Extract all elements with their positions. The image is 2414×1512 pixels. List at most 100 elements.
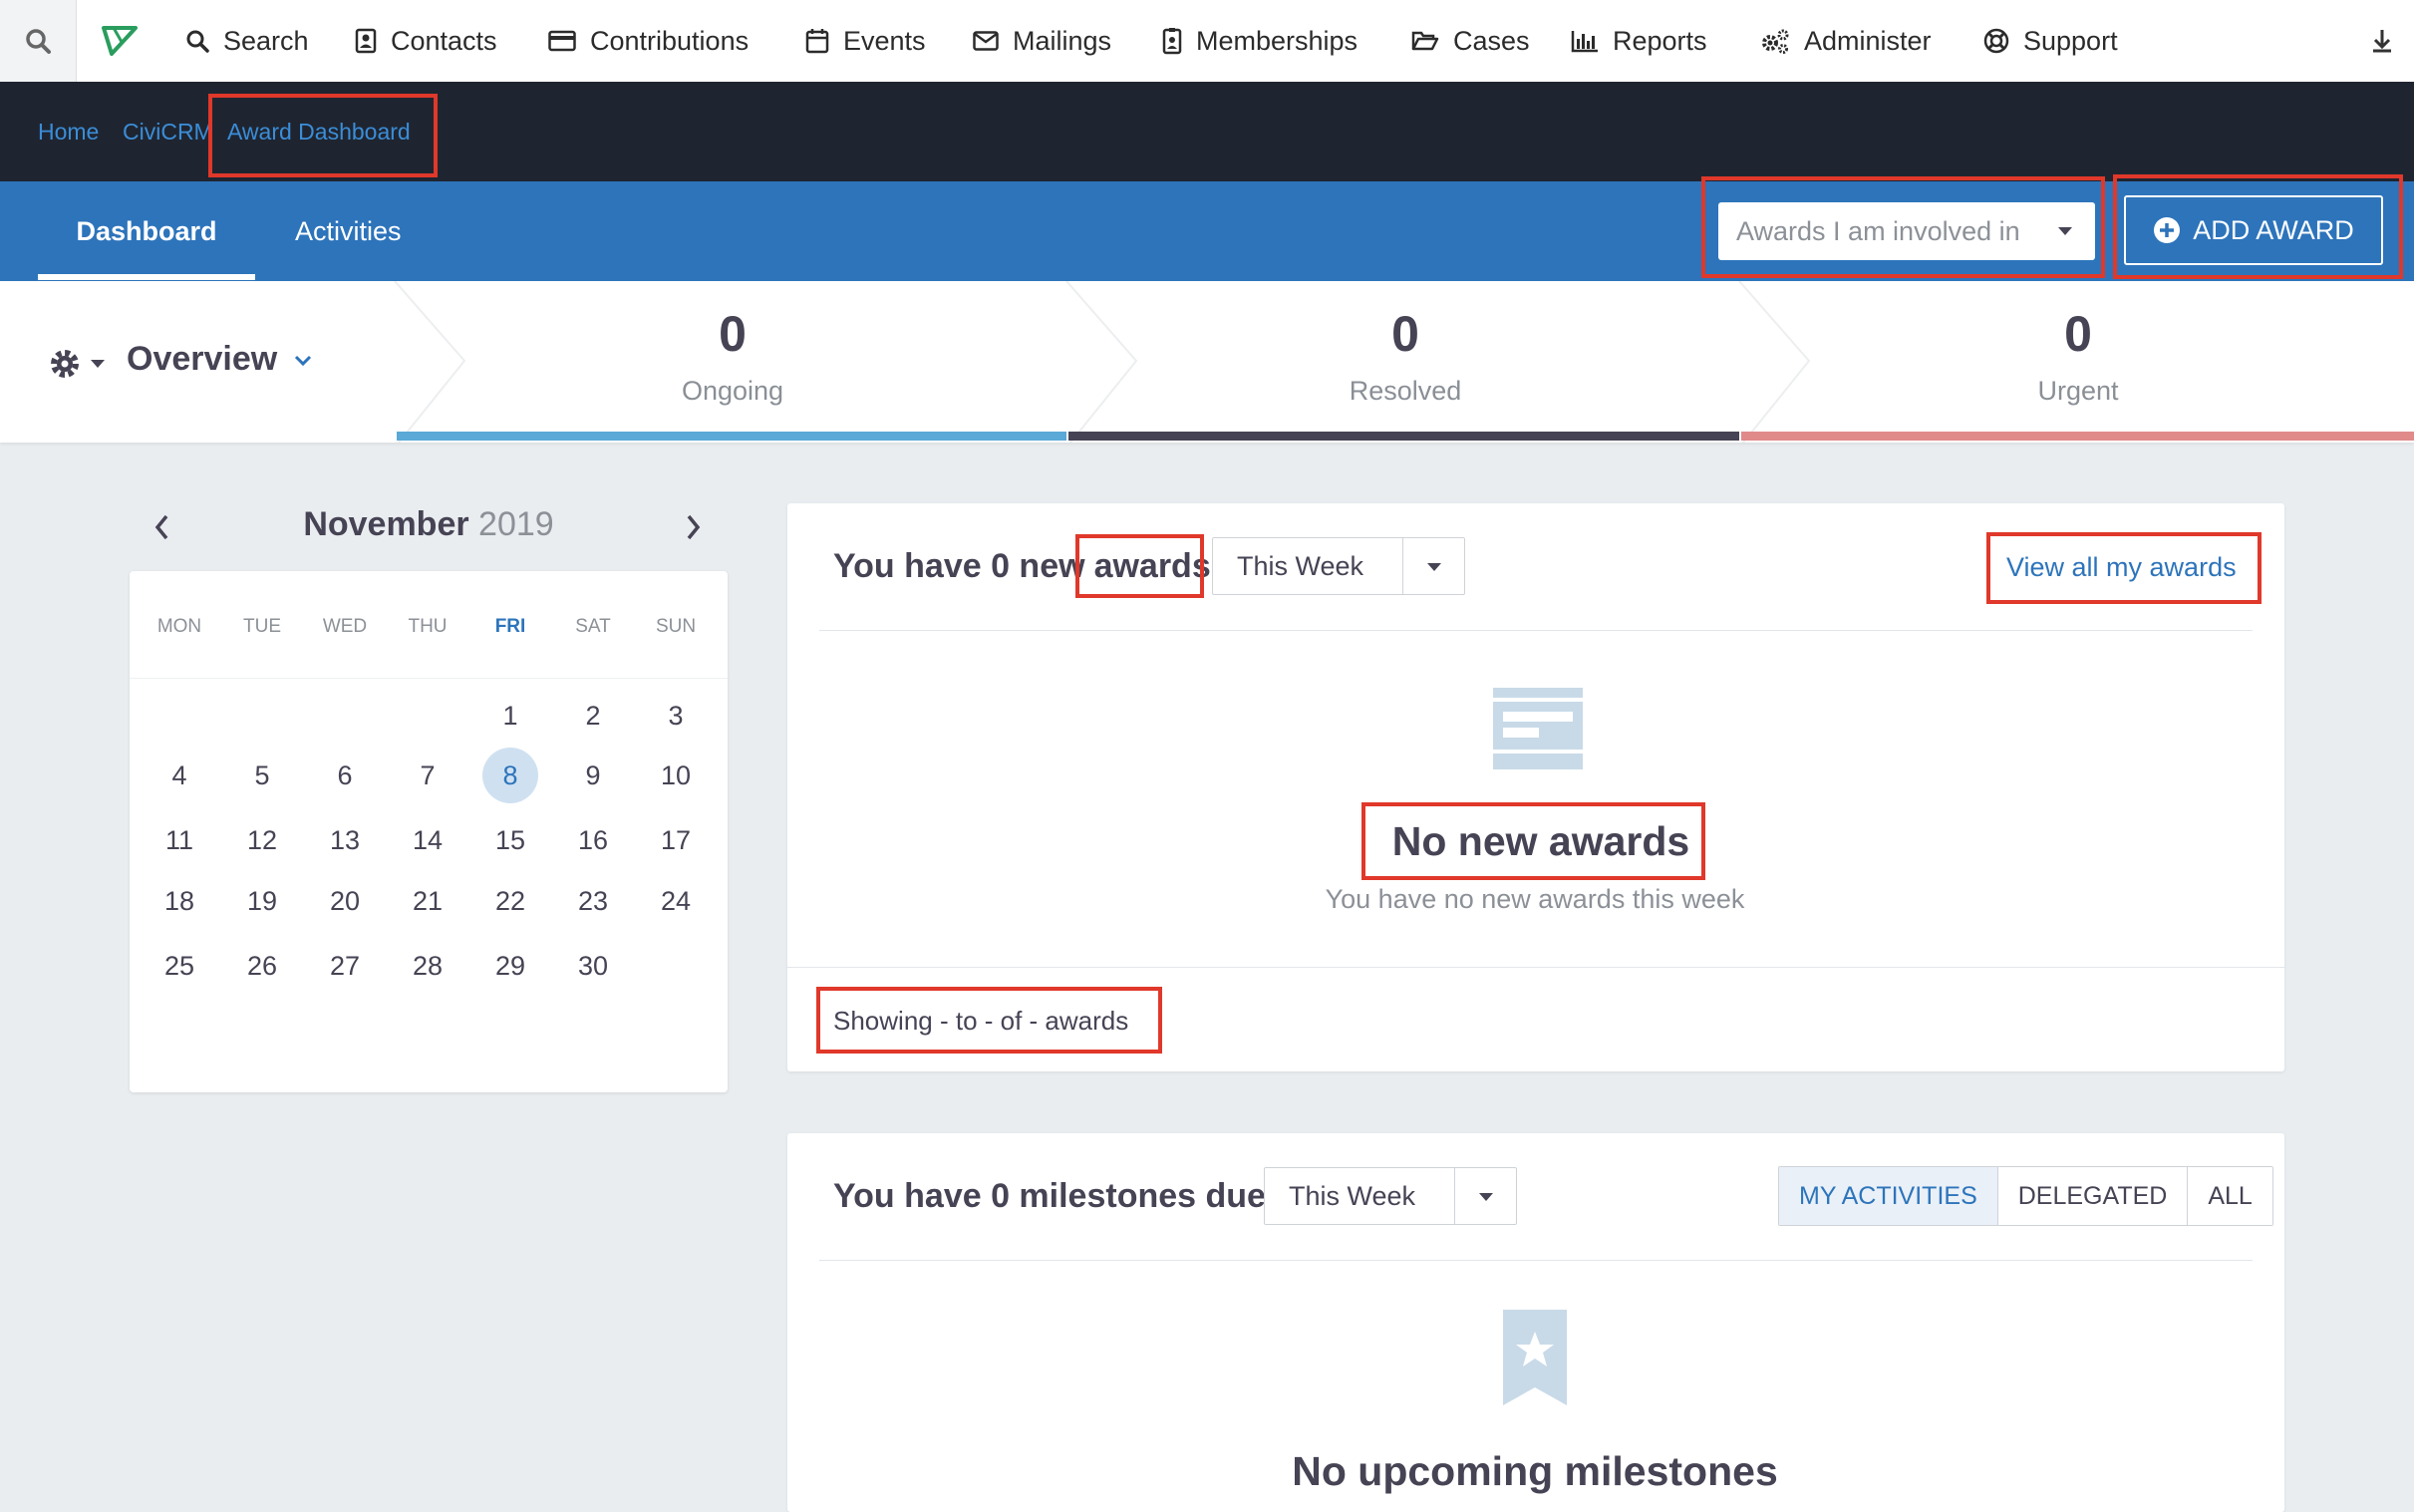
- add-award-button[interactable]: ADD AWARD: [2124, 195, 2383, 265]
- id-badge-icon: [1162, 27, 1182, 55]
- menu-item-mailings[interactable]: Mailings: [973, 0, 1111, 82]
- menu-item-label: Support: [2023, 25, 2118, 56]
- milestones-period-select[interactable]: This Week: [1264, 1167, 1517, 1225]
- calendar-day[interactable]: 7: [398, 751, 457, 800]
- awards-heading-prefix: You have 0 new: [833, 547, 1085, 585]
- folder-open-icon: [1411, 30, 1439, 52]
- calendar-day[interactable]: 4: [150, 751, 209, 800]
- calendar-day[interactable]: 13: [315, 815, 375, 865]
- stat-bar-ongoing: [397, 432, 1066, 441]
- weekday-thu: THU: [408, 616, 448, 637]
- caret-down-icon: [2057, 226, 2073, 236]
- menu-item-label: Cases: [1453, 25, 1530, 56]
- calendar-day[interactable]: 18: [150, 876, 209, 926]
- search-icon: [24, 27, 52, 55]
- overview-title[interactable]: Overview: [127, 339, 277, 379]
- credit-card-icon: [548, 30, 576, 52]
- filter-all-button[interactable]: ALL: [2188, 1167, 2272, 1225]
- calendar-day[interactable]: 9: [563, 751, 623, 800]
- top-menu-bar: Search Contacts Contributions Events Mai…: [0, 0, 2414, 83]
- view-all-awards-link[interactable]: View all my awards: [2006, 544, 2237, 590]
- calendar-day[interactable]: 20: [315, 876, 375, 926]
- stat-value: 0: [1391, 306, 1419, 362]
- stat-ongoing[interactable]: 0 Ongoing: [483, 305, 982, 409]
- menu-item-label: Administer: [1804, 25, 1932, 56]
- menu-item-label: Mailings: [1013, 25, 1112, 56]
- envelope-icon: [973, 31, 999, 51]
- calendar-day[interactable]: 30: [563, 941, 623, 991]
- breadcrumb-award-dashboard-link[interactable]: Award Dashboard: [227, 117, 411, 147]
- chevron-right-icon[interactable]: [683, 513, 703, 541]
- menu-item-support[interactable]: Support: [1983, 0, 2118, 82]
- calendar-day[interactable]: 29: [480, 941, 540, 991]
- menu-item-reports[interactable]: Reports: [1571, 0, 1707, 82]
- calendar-day[interactable]: 21: [398, 876, 457, 926]
- menu-item-label: Contributions: [590, 25, 750, 56]
- calendar-day[interactable]: 5: [232, 751, 292, 800]
- weekday-sun: SUN: [655, 616, 697, 637]
- menu-item-contacts[interactable]: Contacts: [355, 0, 497, 82]
- milestones-period-value: This Week: [1289, 1181, 1416, 1211]
- awards-filter-value: Awards I am involved in: [1736, 215, 2020, 246]
- breadcrumb-civicrm-link[interactable]: CiviCRM: [123, 117, 213, 147]
- calendar-day[interactable]: 25: [150, 941, 209, 991]
- chevron-down-icon[interactable]: [294, 355, 312, 367]
- calendar-day[interactable]: 17: [646, 815, 706, 865]
- stat-label: Ongoing: [681, 376, 784, 406]
- menu-item-cases[interactable]: Cases: [1411, 0, 1530, 82]
- menu-item-label: Contacts: [391, 25, 497, 56]
- chevron-left-icon[interactable]: [152, 513, 172, 541]
- stat-urgent[interactable]: 0 Urgent: [1829, 305, 2327, 409]
- calendar-month-title: November 2019: [279, 503, 578, 545]
- menu-item-contributions[interactable]: Contributions: [548, 0, 749, 82]
- calendar-day[interactable]: 27: [315, 941, 375, 991]
- weekday-sat: SAT: [575, 616, 611, 637]
- calendar-day[interactable]: 26: [232, 941, 292, 991]
- calendar-day[interactable]: 6: [315, 751, 375, 800]
- calendar-day[interactable]: 16: [563, 815, 623, 865]
- panel-footer-divider: [787, 967, 2284, 968]
- filter-my-activities-button[interactable]: MY ACTIVITIES: [1779, 1167, 1998, 1225]
- calendar-day[interactable]: 28: [398, 941, 457, 991]
- calendar-day[interactable]: 19: [232, 876, 292, 926]
- calendar-day[interactable]: 1: [480, 691, 540, 741]
- calendar-day[interactable]: 3: [646, 691, 706, 741]
- quicksearch-button[interactable]: [0, 0, 77, 82]
- stat-value: 0: [2064, 306, 2092, 362]
- menu-item-administer[interactable]: Administer: [1760, 0, 1932, 82]
- calendar-day[interactable]: 24: [646, 876, 706, 926]
- calendar-day[interactable]: 15: [480, 815, 540, 865]
- caret-down-icon[interactable]: [90, 359, 106, 369]
- calendar-day[interactable]: 14: [398, 815, 457, 865]
- calendar-day-today[interactable]: 8: [482, 748, 538, 803]
- menu-item-memberships[interactable]: Memberships: [1162, 0, 1358, 82]
- active-tab-indicator: [38, 274, 255, 280]
- menu-item-events[interactable]: Events: [805, 0, 926, 82]
- calendar-day[interactable]: 23: [563, 876, 623, 926]
- filter-delegated-button[interactable]: DELEGATED: [1997, 1167, 2189, 1225]
- calendar-day[interactable]: 22: [480, 876, 540, 926]
- menu-item-label: Reports: [1613, 25, 1707, 56]
- tab-activities[interactable]: Activities: [295, 181, 402, 281]
- add-award-label: ADD AWARD: [2193, 214, 2354, 245]
- calendar-day[interactable]: 12: [232, 815, 292, 865]
- breadcrumb-home-link[interactable]: Home: [38, 117, 99, 147]
- stat-resolved[interactable]: 0 Resolved: [1156, 305, 1655, 409]
- tab-dashboard[interactable]: Dashboard: [38, 181, 255, 281]
- calendar-day[interactable]: 10: [646, 751, 706, 800]
- weekday-tue: TUE: [243, 616, 281, 637]
- calendar-day[interactable]: 2: [563, 691, 623, 741]
- civicrm-logo-icon[interactable]: [100, 24, 142, 58]
- select-divider: [1454, 1168, 1455, 1224]
- weekday-mon: MON: [156, 616, 202, 637]
- calendar-day[interactable]: 11: [150, 815, 209, 865]
- select-divider: [1402, 538, 1403, 594]
- menu-item-search[interactable]: Search: [185, 0, 309, 82]
- contact-card-icon: [355, 28, 377, 54]
- awards-filter-select[interactable]: Awards I am involved in: [1718, 202, 2095, 260]
- awards-period-select[interactable]: This Week: [1212, 537, 1465, 595]
- gear-icon[interactable]: [48, 347, 82, 381]
- weekday-fri: FRI: [494, 616, 526, 637]
- caret-down-icon: [1426, 562, 1442, 572]
- download-arrow-icon[interactable]: [2370, 28, 2394, 54]
